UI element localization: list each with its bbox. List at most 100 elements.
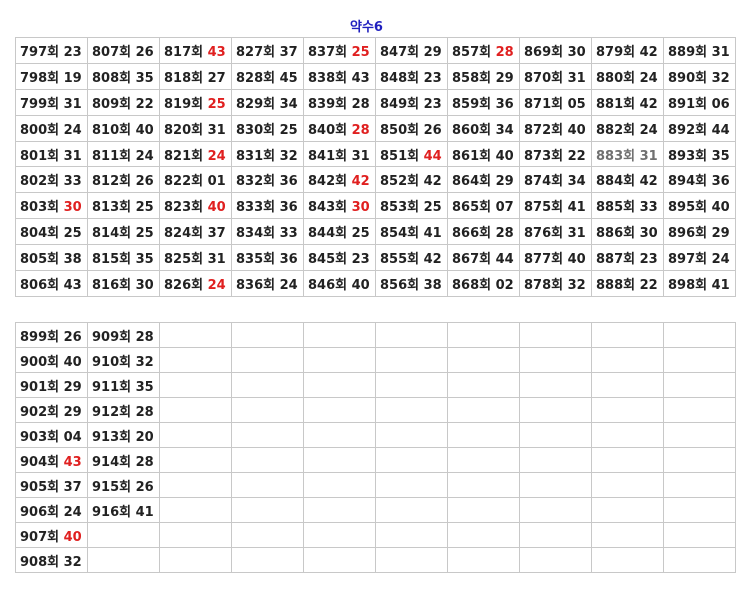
draw-episode: 903회	[20, 429, 60, 445]
draw-episode: 808회	[92, 70, 132, 86]
draw-episode: 874회	[524, 174, 564, 190]
draw-number: 36	[279, 174, 298, 190]
draw-number: 28	[495, 226, 514, 242]
draw-number: 40	[135, 122, 154, 138]
draw-episode: 851회	[380, 148, 420, 164]
draw-number: 24	[63, 504, 82, 520]
draw-cell: 832회 36	[231, 166, 304, 194]
draw-number: 43	[63, 277, 82, 293]
draw-number: 24	[207, 148, 226, 164]
draw-number: 31	[711, 44, 730, 60]
empty-cell	[303, 447, 376, 473]
draw-episode: 845회	[308, 252, 348, 268]
empty-cell	[303, 547, 376, 573]
table-row: 806회 43 816회 30 826회 24 836회 24 846회 40 856회 …	[15, 270, 736, 297]
draw-episode: 840회	[308, 122, 348, 138]
draw-episode: 816회	[92, 277, 132, 293]
draw-cell: 829회 34	[231, 88, 304, 116]
draw-number: 25	[63, 226, 82, 242]
draw-cell: 867회 44	[447, 244, 520, 272]
draw-episode: 908회	[20, 554, 60, 570]
empty-cell	[663, 422, 736, 448]
empty-cell	[303, 422, 376, 448]
draw-episode: 884회	[596, 174, 636, 190]
draw-episode: 799회	[20, 96, 60, 112]
empty-cell	[231, 497, 304, 523]
draw-episode: 850회	[380, 122, 420, 138]
empty-cell	[591, 547, 664, 573]
draw-cell: 879회 42	[591, 37, 664, 64]
draw-number: 30	[351, 200, 370, 216]
empty-cell	[663, 522, 736, 548]
draw-episode: 827회	[236, 44, 276, 60]
empty-cell	[375, 347, 448, 373]
empty-cell	[375, 422, 448, 448]
draw-episode: 886회	[596, 226, 636, 242]
draw-cell: 914회 28	[87, 447, 160, 473]
draw-cell: 819회 25	[159, 88, 232, 116]
empty-cell	[231, 397, 304, 423]
draw-number: 25	[351, 44, 370, 60]
draw-episode: 803회	[20, 200, 60, 216]
draw-cell: 797회 23	[15, 37, 88, 64]
table-row: 800회 24 810회 40 820회 31 830회 25 840회 28 850회 …	[15, 114, 736, 142]
draw-cell: 828회 45	[231, 62, 304, 90]
draw-episode: 880회	[596, 70, 636, 86]
empty-cell	[375, 447, 448, 473]
draw-cell: 824회 37	[159, 218, 232, 246]
empty-cell	[231, 547, 304, 573]
draw-episode: 831회	[236, 148, 276, 164]
draw-number: 22	[639, 277, 658, 293]
draw-number: 29	[495, 174, 514, 190]
draw-number: 31	[351, 148, 370, 164]
draw-cell: 901회 29	[15, 372, 88, 398]
draw-number: 35	[135, 70, 154, 86]
empty-cell	[375, 322, 448, 348]
draw-number: 40	[63, 354, 82, 370]
draw-episode: 883회	[596, 148, 636, 164]
draw-cell: 886회 30	[591, 218, 664, 246]
draw-number: 38	[423, 277, 442, 293]
draw-number: 36	[711, 174, 730, 190]
draw-episode: 810회	[92, 122, 132, 138]
draw-cell: 798회 19	[15, 62, 88, 90]
empty-cell	[663, 397, 736, 423]
draw-cell: 815회 35	[87, 244, 160, 272]
draw-number: 26	[423, 122, 442, 138]
table-row: 805회 38 815회 35 825회 31 835회 36 845회 23 855회 …	[15, 244, 736, 272]
draw-episode: 835회	[236, 252, 276, 268]
draw-episode: 806회	[20, 277, 60, 293]
draw-number: 34	[279, 96, 298, 112]
draw-episode: 872회	[524, 122, 564, 138]
draw-episode: 807회	[92, 44, 132, 60]
draw-number: 31	[207, 122, 226, 138]
empty-cell	[591, 347, 664, 373]
draw-episode: 867회	[452, 252, 492, 268]
draw-number: 23	[423, 96, 442, 112]
empty-cell	[231, 472, 304, 498]
empty-cell	[87, 547, 160, 573]
draw-cell: 895회 40	[663, 192, 736, 220]
draw-cell: 842회 42	[303, 166, 376, 194]
draw-episode: 859회	[452, 96, 492, 112]
empty-cell	[159, 547, 232, 573]
draw-episode: 844회	[308, 226, 348, 242]
table-row: 797회 23 807회 26 817회 43 827회 37 837회 25 847회 …	[15, 37, 736, 64]
empty-cell	[231, 522, 304, 548]
draw-cell: 915회 26	[87, 472, 160, 498]
draw-number: 28	[135, 454, 154, 470]
empty-cell	[663, 497, 736, 523]
draw-cell: 874회 34	[519, 166, 592, 194]
draw-number: 28	[135, 329, 154, 345]
draw-number: 42	[639, 174, 658, 190]
empty-cell	[591, 522, 664, 548]
draw-episode: 907회	[20, 529, 60, 545]
draw-number: 24	[63, 122, 82, 138]
draw-cell: 830회 25	[231, 114, 304, 142]
empty-cell	[591, 497, 664, 523]
draw-episode: 843회	[308, 200, 348, 216]
draw-episode: 902회	[20, 404, 60, 420]
draw-episode: 832회	[236, 174, 276, 190]
draw-episode: 828회	[236, 70, 276, 86]
draw-number: 32	[711, 70, 730, 86]
